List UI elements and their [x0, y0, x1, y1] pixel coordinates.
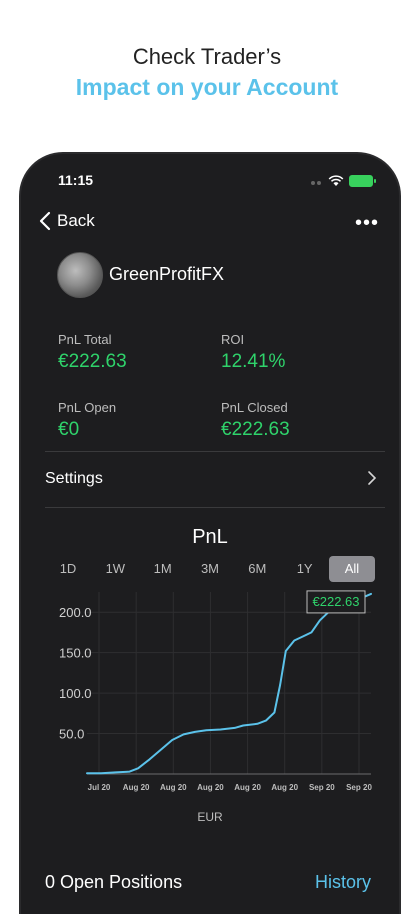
series-line: [86, 592, 372, 775]
battery-icon: [349, 175, 376, 187]
divider: [45, 507, 385, 508]
pnl-chart: Jul 20 Aug 20 Aug 20 Aug 20 Aug 20 Aug 20 Sep …: [59, 590, 372, 792]
back-button[interactable]: Back: [39, 211, 95, 231]
stat-label: PnL Total: [58, 332, 112, 347]
stat-value: €222.63: [221, 419, 290, 440]
open-positions-label: 0 Open Positions: [45, 872, 183, 892]
range-1w[interactable]: 1W: [92, 556, 138, 582]
range-all[interactable]: All: [328, 556, 375, 582]
history-link[interactable]: History: [315, 872, 371, 893]
stat-value: 12.41%: [221, 351, 286, 372]
status-icons: [311, 172, 376, 190]
avatar: [57, 252, 103, 298]
stat-value: €0: [58, 419, 80, 440]
more-button[interactable]: •••: [355, 212, 379, 235]
range-6m[interactable]: 6M: [234, 556, 280, 582]
x-tick-label: Aug 20: [234, 783, 261, 792]
x-tick-label: Sep 20: [346, 783, 372, 792]
promo-line-1: Check Trader’s: [132, 44, 282, 69]
chart-xlabel: EUR: [197, 810, 223, 824]
stat-pnl-open: PnL Open €0: [58, 400, 116, 441]
x-tick-label: Sep 20: [309, 783, 335, 792]
stat-label: PnL Closed: [221, 400, 288, 415]
stat-pnl-total: PnL Total €222.63: [58, 332, 127, 373]
stat-pnl-closed: PnL Closed €222.63: [221, 400, 290, 441]
y-tick-label: 200.0: [59, 605, 92, 620]
y-tick-label: 100.0: [59, 686, 92, 701]
back-label: Back: [57, 211, 95, 230]
range-3m[interactable]: 3M: [187, 556, 233, 582]
promo-line-2: Impact on your Account: [75, 74, 339, 100]
chart-tooltip-label: €222.63: [313, 594, 360, 609]
x-tick-label: Aug 20: [160, 783, 187, 792]
stat-label: PnL Open: [58, 400, 117, 415]
settings-row[interactable]: Settings: [45, 470, 103, 488]
range-selector: 1D 1W 1M 3M 6M 1Y All: [45, 556, 375, 582]
wifi-icon: [328, 175, 344, 186]
phone-screen: 11:15 Back ••• GreenProfitFX PnL Total €…: [19, 152, 401, 914]
trader-name: GreenProfitFX: [109, 264, 225, 284]
x-tick-label: Aug 20: [197, 783, 224, 792]
x-tick-label: Aug 20: [123, 783, 150, 792]
stat-value: €222.63: [58, 351, 127, 372]
range-1d[interactable]: 1D: [45, 556, 91, 582]
stat-roi: ROI 12.41%: [221, 332, 285, 373]
y-tick-label: 50.0: [59, 727, 84, 742]
range-1y[interactable]: 1Y: [282, 556, 328, 582]
y-tick-label: 150.0: [59, 646, 92, 661]
stat-label: ROI: [221, 332, 245, 347]
x-tick-label: Aug 20: [271, 783, 298, 792]
chevron-left-icon: [39, 211, 51, 231]
status-time: 11:15: [58, 172, 94, 188]
divider: [45, 451, 385, 452]
signal-icon: [311, 172, 323, 190]
chevron-right-icon[interactable]: [367, 470, 377, 491]
chart-title: PnL: [192, 526, 228, 548]
range-1m[interactable]: 1M: [140, 556, 186, 582]
x-tick-label: Jul 20: [88, 783, 111, 792]
